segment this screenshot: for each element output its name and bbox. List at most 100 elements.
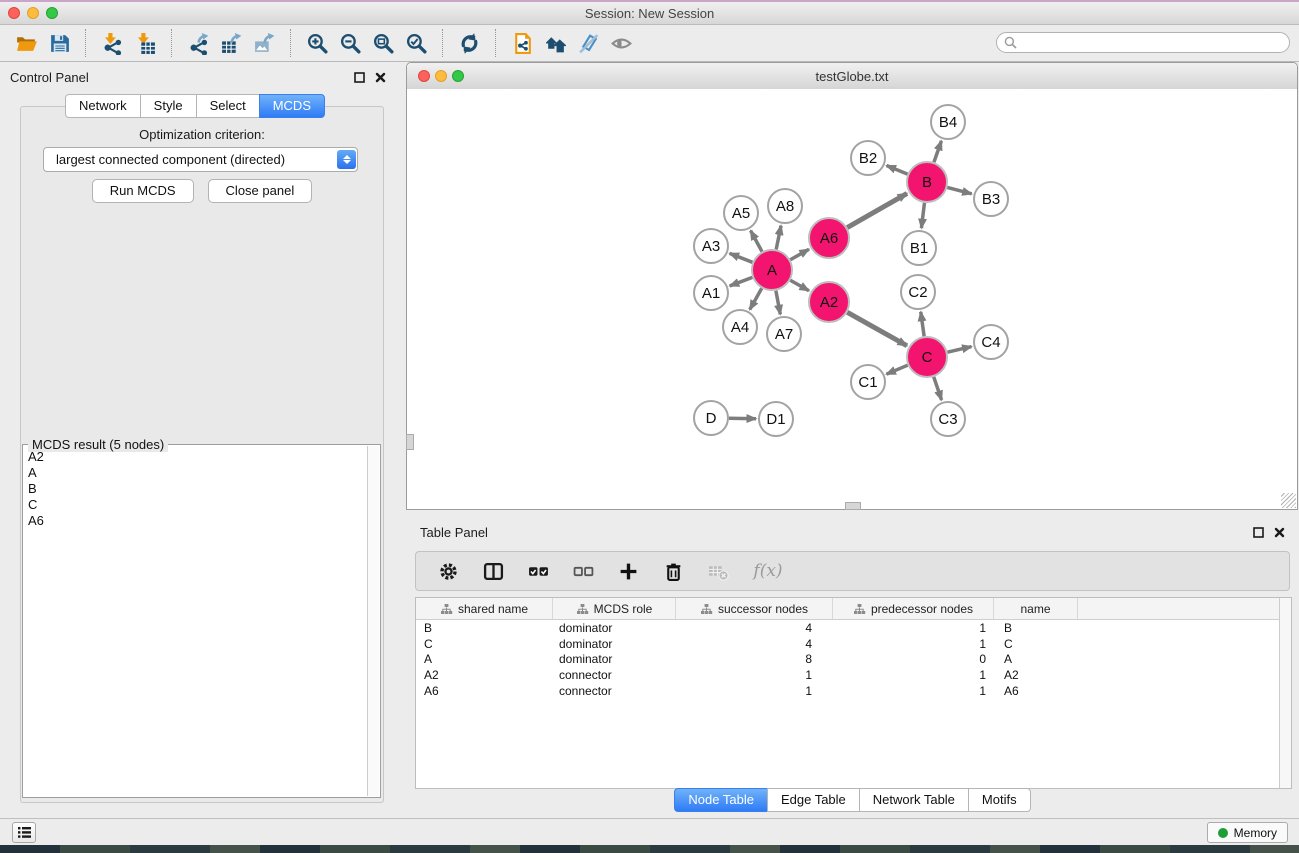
search-field[interactable]: [996, 32, 1290, 53]
column-header-predecessor-nodes[interactable]: predecessor nodes: [833, 598, 994, 619]
table-cell[interactable]: dominator: [553, 652, 676, 666]
table-cell[interactable]: A6: [416, 684, 553, 698]
graph-node-A[interactable]: A: [752, 250, 792, 290]
table-cell[interactable]: 1: [833, 637, 994, 651]
table-cell[interactable]: dominator: [553, 637, 676, 651]
bottom-splitter-handle[interactable]: [845, 502, 861, 510]
network-canvas[interactable]: B4B2BB3A5A8A6A3B1AA1C2A2A4A7C4CC1C3DD1: [407, 89, 1297, 509]
graph-node-D[interactable]: D: [694, 401, 728, 435]
tab-network-table[interactable]: Network Table: [859, 788, 969, 812]
column-header-MCDS-role[interactable]: MCDS role: [553, 598, 676, 619]
tab-node-table[interactable]: Node Table: [674, 788, 768, 812]
graph-node-A2[interactable]: A2: [809, 282, 849, 322]
graph-node-A8[interactable]: A8: [768, 189, 802, 223]
tab-style[interactable]: Style: [140, 94, 197, 118]
edge-C-C2[interactable]: [921, 312, 924, 336]
graph-node-A4[interactable]: A4: [723, 310, 757, 344]
apply-layout-icon[interactable]: [453, 28, 486, 58]
edge-A-A8[interactable]: [776, 226, 781, 250]
edge-A6-B[interactable]: [847, 193, 907, 227]
memory-button[interactable]: Memory: [1207, 822, 1288, 843]
edge-B-B2[interactable]: [887, 166, 908, 175]
edge-C-C4[interactable]: [947, 347, 971, 353]
graph-node-A7[interactable]: A7: [767, 317, 801, 351]
close-panel-icon[interactable]: [374, 71, 386, 83]
float-table-panel-icon[interactable]: [1252, 526, 1264, 538]
table-cell[interactable]: A2: [994, 668, 1078, 682]
graph-node-A6[interactable]: A6: [809, 218, 849, 258]
close-table-panel-icon[interactable]: [1273, 526, 1285, 538]
home-icon[interactable]: [539, 28, 572, 58]
table-cell[interactable]: 8: [676, 652, 833, 666]
table-cell[interactable]: 1: [833, 621, 994, 635]
tab-edge-table[interactable]: Edge Table: [767, 788, 860, 812]
table-cell[interactable]: 4: [676, 621, 833, 635]
deselect-all-checkboxes-icon[interactable]: [571, 559, 595, 583]
table-row[interactable]: Adominator80A: [416, 651, 1291, 667]
search-input[interactable]: [1017, 35, 1289, 51]
edge-C-C1[interactable]: [886, 365, 907, 374]
export-table-icon[interactable]: [215, 28, 248, 58]
table-cell[interactable]: 1: [676, 684, 833, 698]
zoom-in-icon[interactable]: [301, 28, 334, 58]
edge-B-B4[interactable]: [934, 141, 941, 162]
split-view-icon[interactable]: [481, 559, 505, 583]
float-panel-icon[interactable]: [353, 71, 365, 83]
edge-C-C3[interactable]: [934, 377, 942, 400]
edge-A-A5[interactable]: [751, 231, 762, 252]
zoom-out-icon[interactable]: [334, 28, 367, 58]
task-history-button[interactable]: [12, 822, 36, 843]
table-cell[interactable]: C: [994, 637, 1078, 651]
table-cell[interactable]: 0: [833, 652, 994, 666]
delete-column-icon[interactable]: [661, 559, 685, 583]
edge-B-B1[interactable]: [921, 203, 924, 228]
tab-network[interactable]: Network: [65, 94, 141, 118]
window-resize-grip[interactable]: [1281, 493, 1296, 508]
graph-node-B[interactable]: B: [907, 162, 947, 202]
edge-A-A2[interactable]: [790, 280, 809, 290]
network-document-icon[interactable]: [506, 28, 539, 58]
graph-node-C[interactable]: C: [907, 337, 947, 377]
criterion-select[interactable]: largest connected component (directed): [43, 147, 358, 172]
zoom-selected-icon[interactable]: [400, 28, 433, 58]
edge-A-A4[interactable]: [750, 288, 762, 309]
export-network-icon[interactable]: [182, 28, 215, 58]
table-cell[interactable]: A6: [994, 684, 1078, 698]
graph-node-C4[interactable]: C4: [974, 325, 1008, 359]
gear-icon[interactable]: [436, 559, 460, 583]
table-row[interactable]: A6connector11A6: [416, 683, 1291, 699]
table-row[interactable]: Cdominator41C: [416, 636, 1291, 652]
tab-select[interactable]: Select: [196, 94, 260, 118]
result-scrollbar[interactable]: [367, 446, 379, 796]
graph-node-B2[interactable]: B2: [851, 141, 885, 175]
show-graphics-details-icon[interactable]: [605, 28, 638, 58]
left-splitter-handle[interactable]: [406, 434, 414, 450]
hide-annotations-icon[interactable]: [572, 28, 605, 58]
mcds-result-item[interactable]: B: [25, 481, 366, 497]
table-cell[interactable]: A: [994, 652, 1078, 666]
close-panel-button[interactable]: Close panel: [208, 179, 313, 203]
mcds-result-item[interactable]: C: [25, 497, 366, 513]
table-scrollbar[interactable]: [1279, 598, 1291, 788]
run-mcds-button[interactable]: Run MCDS: [92, 179, 194, 203]
import-network-icon[interactable]: [96, 28, 129, 58]
table-cell[interactable]: 4: [676, 637, 833, 651]
graph-node-B3[interactable]: B3: [974, 182, 1008, 216]
network-window-titlebar[interactable]: testGlobe.txt: [407, 63, 1297, 90]
select-all-checkboxes-icon[interactable]: [526, 559, 550, 583]
column-header-successor-nodes[interactable]: successor nodes: [676, 598, 833, 619]
zoom-fit-icon[interactable]: [367, 28, 400, 58]
table-cell[interactable]: connector: [553, 684, 676, 698]
column-header-shared-name[interactable]: shared name: [416, 598, 553, 619]
table-row[interactable]: Bdominator41B: [416, 620, 1291, 636]
table-cell[interactable]: 1: [833, 684, 994, 698]
graph-node-B4[interactable]: B4: [931, 105, 965, 139]
graph-node-A5[interactable]: A5: [724, 196, 758, 230]
import-table-icon[interactable]: [129, 28, 162, 58]
table-row[interactable]: A2connector11A2: [416, 667, 1291, 683]
table-cell[interactable]: B: [994, 621, 1078, 635]
column-header-name[interactable]: name: [994, 598, 1078, 619]
tab-motifs[interactable]: Motifs: [968, 788, 1031, 812]
table-cell[interactable]: 1: [833, 668, 994, 682]
edge-A-A6[interactable]: [790, 249, 809, 259]
